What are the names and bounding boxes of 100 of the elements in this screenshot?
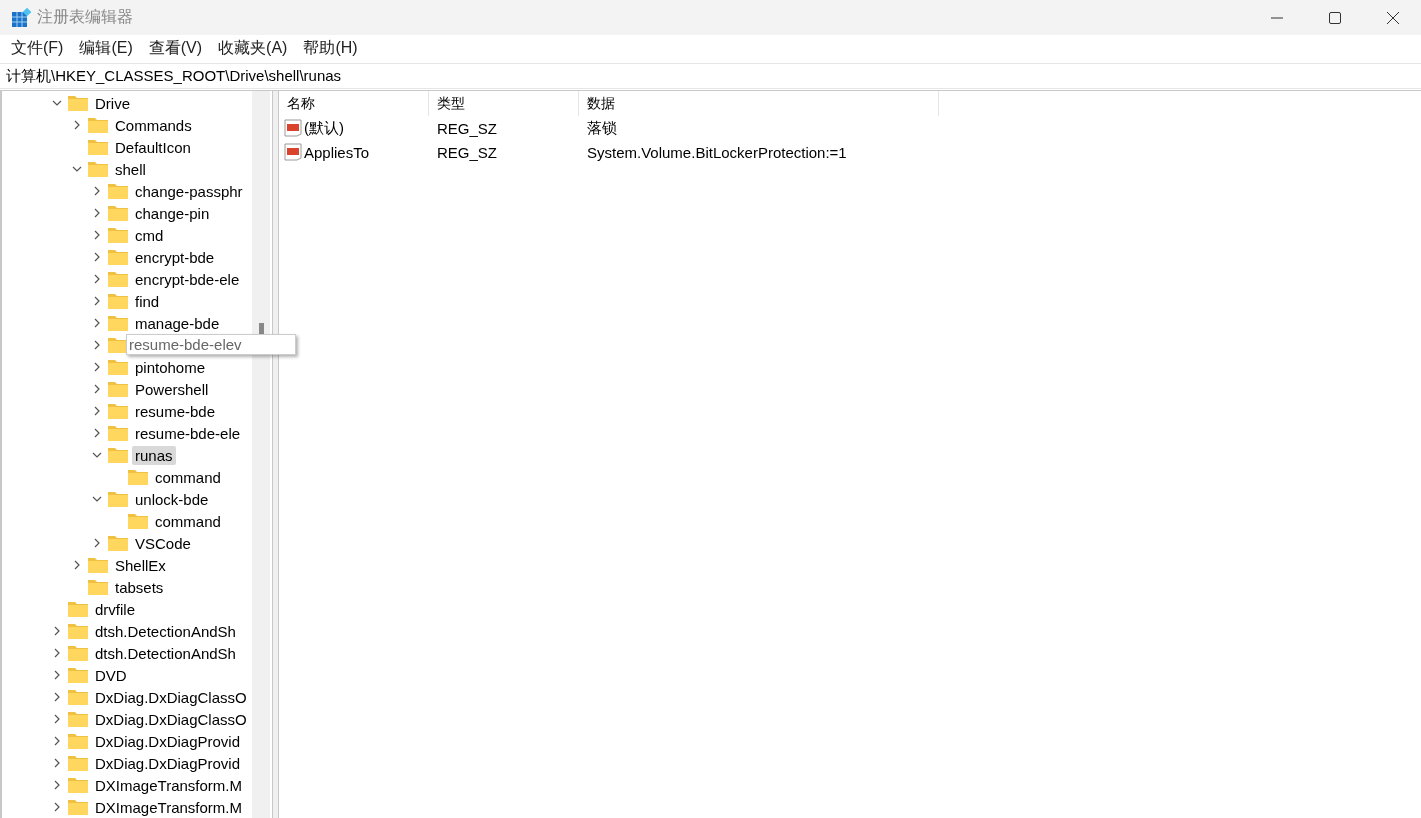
folder-icon: [108, 381, 128, 397]
folder-icon: [108, 447, 128, 463]
folder-icon: [68, 623, 88, 639]
folder-icon: [68, 645, 88, 661]
folder-icon: [68, 689, 88, 705]
tree-item[interactable]: pintohome: [132, 357, 209, 377]
tree-item[interactable]: DxDiag.DxDiagProvid: [92, 731, 244, 751]
menu-item[interactable]: 查看(V): [142, 36, 209, 61]
chevron-icon[interactable]: [52, 670, 62, 680]
tree-item[interactable]: encrypt-bde-ele: [132, 269, 243, 289]
tree-item[interactable]: command: [152, 511, 224, 531]
chevron-icon[interactable]: [92, 494, 102, 504]
chevron-icon[interactable]: [92, 318, 102, 328]
chevron-icon[interactable]: [52, 758, 62, 768]
chevron-icon[interactable]: [92, 362, 102, 372]
tree-item[interactable]: unlock-bde: [132, 489, 212, 509]
chevron-icon[interactable]: [92, 428, 102, 438]
table-cell-text: System.Volume.BitLockerProtection:=1: [586, 143, 848, 161]
column-header[interactable]: 类型: [429, 91, 579, 116]
menu-item[interactable]: 帮助(H): [297, 36, 364, 61]
chevron-icon[interactable]: [92, 274, 102, 284]
value-name[interactable]: (默认): [304, 118, 344, 138]
tree-item[interactable]: shell: [112, 159, 149, 179]
scroll-thumb[interactable]: [259, 323, 264, 335]
folder-icon: [68, 601, 88, 617]
tree-item[interactable]: resume-bde: [132, 401, 219, 421]
chevron-icon[interactable]: [92, 450, 102, 460]
folder-icon: [68, 777, 88, 793]
tree-item[interactable]: VSCode: [132, 533, 194, 553]
address-field[interactable]: 计算机\HKEY_CLASSES_ROOT\Drive\shell\runas: [0, 63, 1421, 89]
chevron-icon[interactable]: [52, 692, 62, 702]
folder-icon: [108, 425, 128, 441]
tree-item[interactable]: runas: [132, 445, 176, 465]
table-cell-text: REG_SZ: [436, 119, 498, 137]
folder-icon: [68, 733, 88, 749]
value-name[interactable]: AppliesTo: [304, 143, 370, 161]
tree-item[interactable]: DXImageTransform.M: [92, 797, 245, 817]
maximize-icon[interactable]: [1329, 11, 1341, 24]
chevron-icon[interactable]: [72, 560, 82, 570]
chevron-icon[interactable]: [92, 340, 102, 350]
folder-icon: [108, 249, 128, 265]
tree-item[interactable]: tabsets: [112, 577, 167, 597]
folder-icon: [108, 535, 128, 551]
menu-item[interactable]: 收藏夹(A): [212, 36, 294, 61]
chevron-icon[interactable]: [92, 406, 102, 416]
chevron-icon[interactable]: [52, 802, 62, 812]
chevron-icon[interactable]: [92, 296, 102, 306]
folder-icon: [108, 359, 128, 375]
tree-item[interactable]: DVD: [92, 665, 130, 685]
string-value-icon: [284, 119, 302, 137]
folder-icon: [108, 271, 128, 287]
chevron-icon[interactable]: [52, 714, 62, 724]
chevron-icon[interactable]: [92, 538, 102, 548]
tree-item[interactable]: find: [132, 291, 163, 311]
chevron-icon[interactable]: [72, 164, 82, 174]
tree-item[interactable]: drvfile: [92, 599, 138, 619]
tree-item[interactable]: change-passphr: [132, 181, 246, 201]
menu-item[interactable]: 编辑(E): [73, 36, 139, 61]
tree-item[interactable]: change-pin: [132, 203, 213, 223]
column-header[interactable]: 名称: [279, 91, 429, 116]
window-title: 注册表编辑器: [37, 7, 133, 27]
tree-item[interactable]: cmd: [132, 225, 167, 245]
chevron-icon[interactable]: [72, 120, 82, 130]
tooltip: resume-bde-elev: [126, 334, 296, 355]
string-value-icon: [284, 143, 302, 161]
chevron-icon[interactable]: [92, 186, 102, 196]
folder-icon: [68, 755, 88, 771]
tree-item[interactable]: Drive: [92, 93, 133, 113]
tree-item[interactable]: dtsh.DetectionAndSh: [92, 621, 239, 641]
scrollbar[interactable]: [252, 91, 270, 818]
chevron-icon[interactable]: [52, 98, 62, 108]
menu-item[interactable]: 文件(F): [5, 36, 70, 61]
folder-icon: [108, 183, 128, 199]
chevron-icon[interactable]: [92, 208, 102, 218]
tree-item[interactable]: Powershell: [132, 379, 212, 399]
tree-item[interactable]: DxDiag.DxDiagClassO: [92, 687, 250, 707]
chevron-icon[interactable]: [52, 736, 62, 746]
chevron-icon[interactable]: [92, 230, 102, 240]
tree-item[interactable]: DxDiag.DxDiagProvid: [92, 753, 244, 773]
tree-item[interactable]: DXImageTransform.M: [92, 775, 245, 795]
tree-item[interactable]: resume-bde-ele: [132, 423, 244, 443]
tree-item[interactable]: Commands: [112, 115, 195, 135]
folder-icon: [108, 491, 128, 507]
tree-item[interactable]: command: [152, 467, 224, 487]
column-header[interactable]: 数据: [579, 91, 939, 116]
chevron-icon[interactable]: [52, 648, 62, 658]
chevron-icon[interactable]: [52, 780, 62, 790]
tree-item[interactable]: manage-bde: [132, 313, 223, 333]
folder-icon: [108, 293, 128, 309]
tree-item[interactable]: DefaultIcon: [112, 137, 194, 157]
close-icon[interactable]: [1387, 11, 1399, 24]
tree-item[interactable]: encrypt-bde: [132, 247, 218, 267]
chevron-icon[interactable]: [52, 626, 62, 636]
chevron-icon[interactable]: [92, 384, 102, 394]
app-icon: [11, 7, 31, 28]
tree-item[interactable]: dtsh.DetectionAndSh: [92, 643, 239, 663]
tree-item[interactable]: DxDiag.DxDiagClassO: [92, 709, 250, 729]
tree-item[interactable]: ShellEx: [112, 555, 169, 575]
chevron-icon[interactable]: [92, 252, 102, 262]
table-cell-text: 落锁: [586, 118, 618, 138]
